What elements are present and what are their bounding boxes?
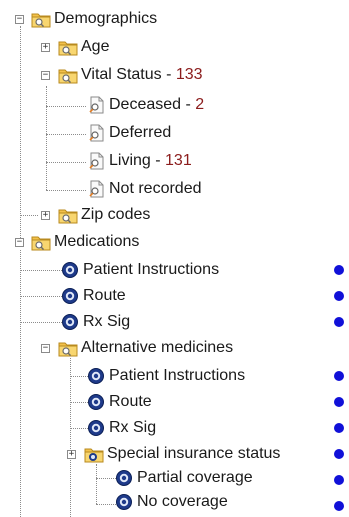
tree-connector — [20, 250, 21, 517]
tree-connector — [46, 190, 86, 191]
modifier-icon — [86, 366, 106, 386]
expand-toggle[interactable]: + — [41, 43, 50, 52]
tree-node-special-insurance-status[interactable]: Special insurance status — [84, 442, 280, 466]
marker-dot — [334, 423, 344, 433]
tree-node-alternative-medicines[interactable]: Alternative medicines — [58, 336, 233, 360]
modifier-icon — [86, 392, 106, 412]
tree-node-partial-coverage[interactable]: Partial coverage — [114, 466, 253, 490]
tree-node-label: Patient Instructions — [109, 367, 246, 384]
tree-node-age[interactable]: Age — [58, 35, 109, 59]
tree-node-route[interactable]: Route — [86, 390, 152, 414]
document-search-icon — [86, 179, 106, 199]
tree-connector — [20, 296, 62, 297]
tree-node-label: Demographics — [54, 10, 158, 27]
tree-connector — [46, 86, 47, 190]
tree-node-rx-sig[interactable]: Rx Sig — [60, 310, 130, 334]
tree-view: − Demographics + Age − Vital Status - 13… — [0, 0, 349, 517]
modifier-folder-icon — [84, 444, 104, 464]
tree-connector — [96, 478, 116, 479]
expand-toggle[interactable]: + — [67, 450, 76, 459]
modifier-icon — [114, 468, 134, 488]
tree-node-label: Special insurance status — [107, 445, 281, 462]
tree-node-rx-sig[interactable]: Rx Sig — [86, 416, 156, 440]
collapse-toggle[interactable]: − — [15, 238, 24, 247]
modifier-icon — [60, 260, 80, 280]
tree-connector — [20, 322, 62, 323]
marker-dot — [334, 449, 344, 459]
tree-connector — [46, 134, 86, 135]
tree-node-deferred[interactable]: Deferred — [86, 121, 171, 145]
marker-dot — [334, 317, 344, 327]
tree-connector — [96, 464, 97, 504]
tree-connector — [20, 270, 62, 271]
tree-node-medications[interactable]: Medications — [31, 230, 139, 254]
tree-node-label: Alternative medicines — [81, 339, 234, 356]
tree-connector — [20, 215, 38, 216]
tree-node-label: Age — [81, 38, 110, 55]
tree-connector — [70, 358, 71, 517]
document-search-icon — [86, 95, 106, 115]
tree-node-label: Route — [109, 393, 152, 410]
tree-node-label: Route — [83, 287, 126, 304]
tree-node-living[interactable]: Living - 131 — [86, 149, 192, 173]
tree-connector — [46, 162, 86, 163]
patient-count: 133 — [175, 66, 203, 83]
tree-node-zip-codes[interactable]: Zip codes — [58, 203, 150, 227]
tree-node-label: Living - — [109, 152, 166, 169]
collapse-toggle[interactable]: − — [41, 344, 50, 353]
tree-node-not-recorded[interactable]: Not recorded — [86, 177, 202, 201]
modifier-icon — [60, 312, 80, 332]
tree-node-label: Zip codes — [81, 206, 151, 223]
marker-dot — [334, 397, 344, 407]
folder-search-icon — [31, 232, 51, 252]
modifier-icon — [114, 492, 134, 512]
tree-node-deceased[interactable]: Deceased - 2 — [86, 93, 204, 117]
document-search-icon — [86, 123, 106, 143]
marker-dot — [334, 475, 344, 485]
tree-node-label: No coverage — [137, 493, 228, 510]
marker-dot — [334, 501, 344, 511]
modifier-icon — [86, 418, 106, 438]
tree-node-label: Partial coverage — [137, 469, 253, 486]
collapse-toggle[interactable]: − — [41, 71, 50, 80]
tree-node-patient-instructions[interactable]: Patient Instructions — [60, 258, 219, 282]
folder-search-icon — [58, 65, 78, 85]
marker-dot — [334, 265, 344, 275]
folder-search-icon — [31, 9, 51, 29]
tree-node-label: Medications — [54, 233, 140, 250]
tree-node-label: Not recorded — [109, 180, 202, 197]
patient-count: 2 — [195, 96, 205, 113]
folder-search-icon — [58, 205, 78, 225]
modifier-icon — [60, 286, 80, 306]
tree-node-patient-instructions[interactable]: Patient Instructions — [86, 364, 245, 388]
folder-search-icon — [58, 338, 78, 358]
tree-node-label: Deceased - — [109, 96, 196, 113]
tree-node-vital-status[interactable]: Vital Status - 133 — [58, 63, 203, 87]
tree-node-label: Rx Sig — [109, 419, 157, 436]
tree-node-label: Patient Instructions — [83, 261, 220, 278]
tree-connector — [20, 26, 21, 242]
folder-search-icon — [58, 37, 78, 57]
tree-connector — [46, 106, 86, 107]
tree-connector — [96, 504, 116, 505]
tree-node-demographics[interactable]: Demographics — [31, 7, 157, 31]
patient-count: 131 — [165, 152, 192, 169]
tree-node-no-coverage[interactable]: No coverage — [114, 490, 228, 514]
tree-node-label: Deferred — [109, 124, 172, 141]
tree-node-route[interactable]: Route — [60, 284, 126, 308]
marker-dot — [334, 371, 344, 381]
expand-toggle[interactable]: + — [41, 211, 50, 220]
marker-dot — [334, 291, 344, 301]
document-search-icon — [86, 151, 106, 171]
collapse-toggle[interactable]: − — [15, 15, 24, 24]
tree-node-label: Vital Status - — [81, 66, 176, 83]
tree-node-label: Rx Sig — [83, 313, 131, 330]
